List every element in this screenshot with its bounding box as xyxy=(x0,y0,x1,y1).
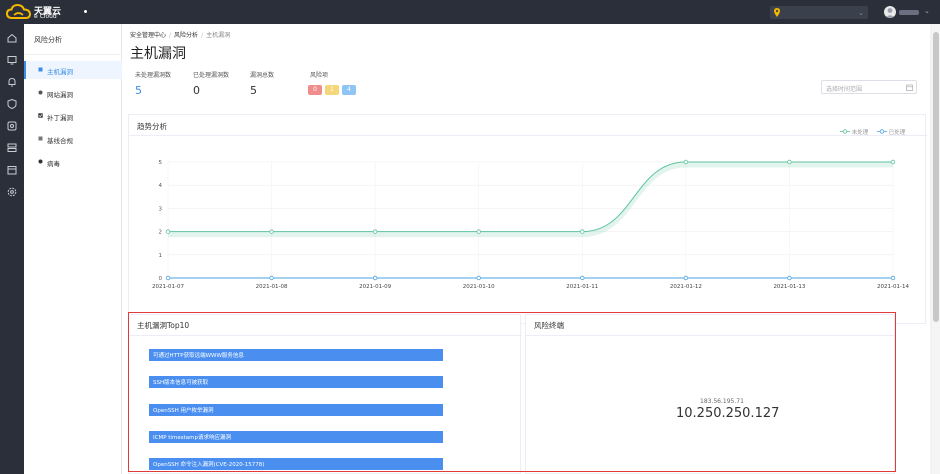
data-point xyxy=(269,275,274,281)
chart-series xyxy=(165,159,896,281)
series-shadow xyxy=(167,162,893,238)
x-tick-label: 2021-01-08 xyxy=(256,284,288,290)
data-point xyxy=(787,275,792,281)
data-point xyxy=(476,275,481,281)
legend-marker-processed xyxy=(877,129,887,134)
legend-item-unprocessed[interactable]: 未处理 xyxy=(840,128,868,136)
x-tick-label: 2021-01-13 xyxy=(773,284,805,290)
scrollbar-thumb[interactable] xyxy=(933,32,939,322)
data-point xyxy=(683,275,689,281)
trend-chart: 012345 2021-01-07 2021-01-08 2021-01-09 202… xyxy=(152,159,909,290)
data-point xyxy=(165,275,171,281)
y-tick-label: 5 xyxy=(159,160,163,166)
data-point xyxy=(787,159,792,165)
x-tick-label: 2021-01-14 xyxy=(877,284,909,290)
legend-item-processed[interactable]: 已处理 xyxy=(877,128,905,136)
y-tick-label: 0 xyxy=(159,276,163,282)
data-point xyxy=(372,275,378,281)
data-point xyxy=(476,229,481,234)
legend-label: 已处理 xyxy=(888,130,906,136)
x-tick-label: 2021-01-12 xyxy=(670,284,702,290)
data-point xyxy=(372,229,378,234)
data-point xyxy=(580,275,585,281)
data-point xyxy=(890,159,896,165)
chart-grid xyxy=(167,161,894,279)
series-line-0 xyxy=(167,161,893,233)
y-tick-label: 2 xyxy=(159,230,163,236)
data-point xyxy=(580,229,585,234)
legend-label: 未处理 xyxy=(851,130,869,136)
data-point xyxy=(683,159,689,165)
data-point xyxy=(890,275,896,281)
x-tick-label: 2021-01-09 xyxy=(359,284,391,290)
scrollbar[interactable] xyxy=(932,24,940,474)
legend-marker-unprocessed xyxy=(840,129,850,134)
data-point xyxy=(165,229,171,234)
y-tick-label: 4 xyxy=(159,183,163,189)
x-tick-label: 2021-01-11 xyxy=(566,284,598,290)
chart-xticks: 2021-01-07 2021-01-08 2021-01-09 2021-01-10… xyxy=(152,277,909,290)
x-tick-label: 2021-01-07 xyxy=(152,284,184,290)
x-tick-label: 2021-01-10 xyxy=(463,284,495,290)
data-point xyxy=(269,229,274,234)
y-tick-label: 1 xyxy=(159,253,163,259)
chart-yticks: 0 1 2 3 4 5 xyxy=(159,160,163,282)
y-tick-label: 3 xyxy=(159,206,163,212)
